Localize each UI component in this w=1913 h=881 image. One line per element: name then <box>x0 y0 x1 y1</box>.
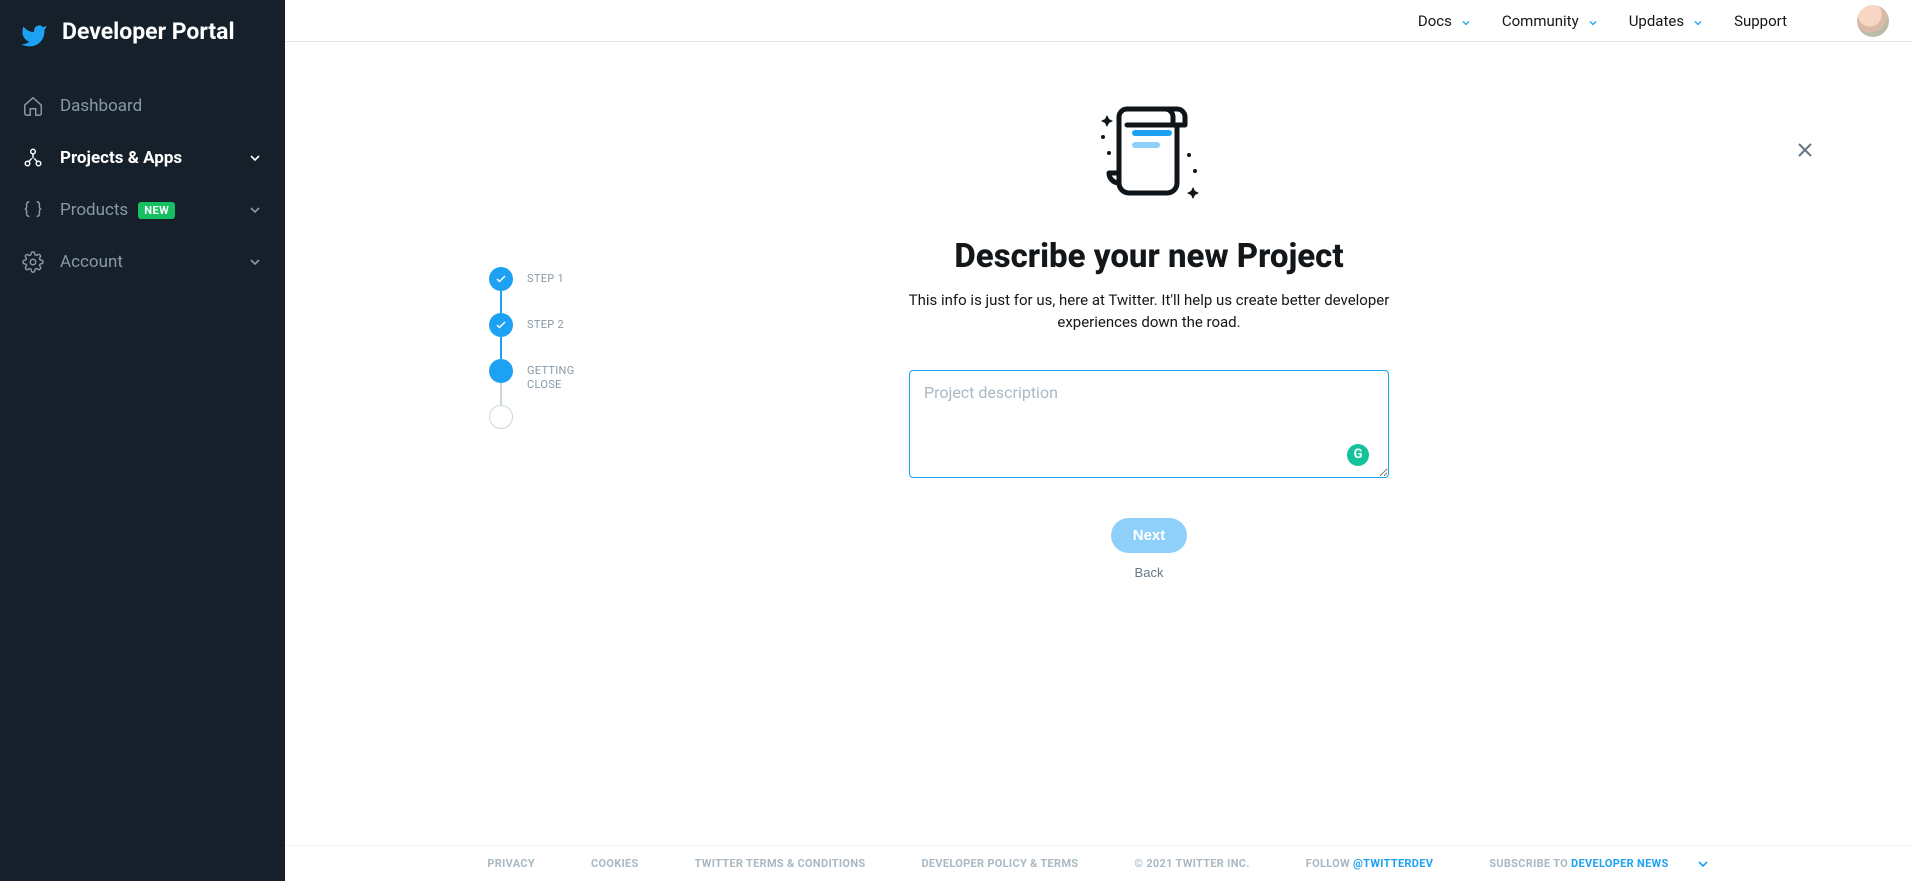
sidebar-item-label: Projects & Apps <box>60 148 182 168</box>
footer-privacy[interactable]: PRIVACY <box>487 857 535 870</box>
new-badge: NEW <box>138 202 175 219</box>
sidebar-item-label: Account <box>60 252 123 272</box>
topnav-label: Docs <box>1418 12 1452 30</box>
main: Docs Community Updates Support <box>285 0 1913 881</box>
wizard-step-2: STEP 2 <box>489 313 649 359</box>
footer-copyright: © 2021 TWITTER INC. <box>1134 857 1249 870</box>
scroll-illustration-icon <box>1089 97 1209 207</box>
avatar[interactable] <box>1857 5 1889 37</box>
footer-dev-policy[interactable]: DEVELOPER POLICY & TERMS <box>921 857 1078 870</box>
topnav-label: Support <box>1734 12 1787 30</box>
brand-row: Developer Portal <box>0 18 285 80</box>
back-button[interactable]: Back <box>1135 565 1164 580</box>
sidebar-item-label: Dashboard <box>60 96 142 116</box>
step-label: STEP 2 <box>527 313 564 332</box>
home-icon <box>22 95 44 117</box>
step-pending-icon <box>489 405 513 429</box>
chevron-down-icon <box>247 254 263 270</box>
wizard-form: Describe your new Project This info is j… <box>649 97 1649 580</box>
chevron-down-icon <box>1587 15 1599 27</box>
next-button[interactable]: Next <box>1111 518 1188 553</box>
footer-subscribe[interactable]: SUBSCRIBE TO DEVELOPER NEWS <box>1489 857 1668 870</box>
wizard-steps: STEP 1 STEP 2 GETTING CLOSE <box>489 97 649 580</box>
topnav-updates[interactable]: Updates <box>1629 12 1704 30</box>
wizard-step-3: GETTING CLOSE <box>489 359 649 405</box>
footer-follow[interactable]: FOLLOW @TWITTERDEV <box>1306 857 1433 870</box>
chevron-down-icon[interactable] <box>1695 856 1711 872</box>
project-description-input[interactable] <box>909 370 1389 478</box>
topnav-label: Community <box>1502 12 1579 30</box>
sidebar-item-dashboard[interactable]: Dashboard <box>0 80 285 132</box>
topnav-community[interactable]: Community <box>1502 12 1599 30</box>
wizard-step-1: STEP 1 <box>489 267 649 313</box>
step-label: STEP 1 <box>527 267 564 286</box>
description-field-wrap: G <box>909 370 1389 482</box>
step-done-icon <box>489 267 513 291</box>
grammarly-icon[interactable]: G <box>1347 444 1369 466</box>
chevron-down-icon <box>247 202 263 218</box>
sidebar-item-label: Products <box>60 200 128 220</box>
step-done-icon <box>489 313 513 337</box>
braces-icon <box>22 199 44 221</box>
page-subtitle: This info is just for us, here at Twitte… <box>899 290 1399 334</box>
sidebar-item-products[interactable]: Products NEW <box>0 184 285 236</box>
step-label: GETTING CLOSE <box>527 359 607 393</box>
content: STEP 1 STEP 2 GETTING CLOSE <box>285 42 1913 881</box>
step-current-icon <box>489 359 513 383</box>
topnav-label: Updates <box>1629 12 1684 30</box>
chevron-down-icon <box>1460 15 1472 27</box>
page-title: Describe your new Project <box>954 237 1343 276</box>
footer: PRIVACY COOKIES TWITTER TERMS & CONDITIO… <box>285 845 1913 881</box>
wizard-step-4 <box>489 405 649 451</box>
brand-title: Developer Portal <box>62 18 235 47</box>
footer-terms[interactable]: TWITTER TERMS & CONDITIONS <box>695 857 866 870</box>
topbar: Docs Community Updates Support <box>285 0 1913 42</box>
gear-icon <box>22 251 44 273</box>
sidebar-item-account[interactable]: Account <box>0 236 285 288</box>
chevron-down-icon <box>1692 15 1704 27</box>
twitter-logo-icon <box>20 22 48 50</box>
topnav-support[interactable]: Support <box>1734 12 1787 30</box>
projects-icon <box>22 147 44 169</box>
sidebar-item-projects-apps[interactable]: Projects & Apps <box>0 132 285 184</box>
chevron-down-icon <box>247 150 263 166</box>
wizard: STEP 1 STEP 2 GETTING CLOSE <box>549 97 1649 580</box>
close-icon[interactable] <box>1793 138 1817 162</box>
sidebar: Developer Portal Dashboard Projects & Ap… <box>0 0 285 881</box>
topnav-docs[interactable]: Docs <box>1418 12 1472 30</box>
footer-cookies[interactable]: COOKIES <box>591 857 639 870</box>
